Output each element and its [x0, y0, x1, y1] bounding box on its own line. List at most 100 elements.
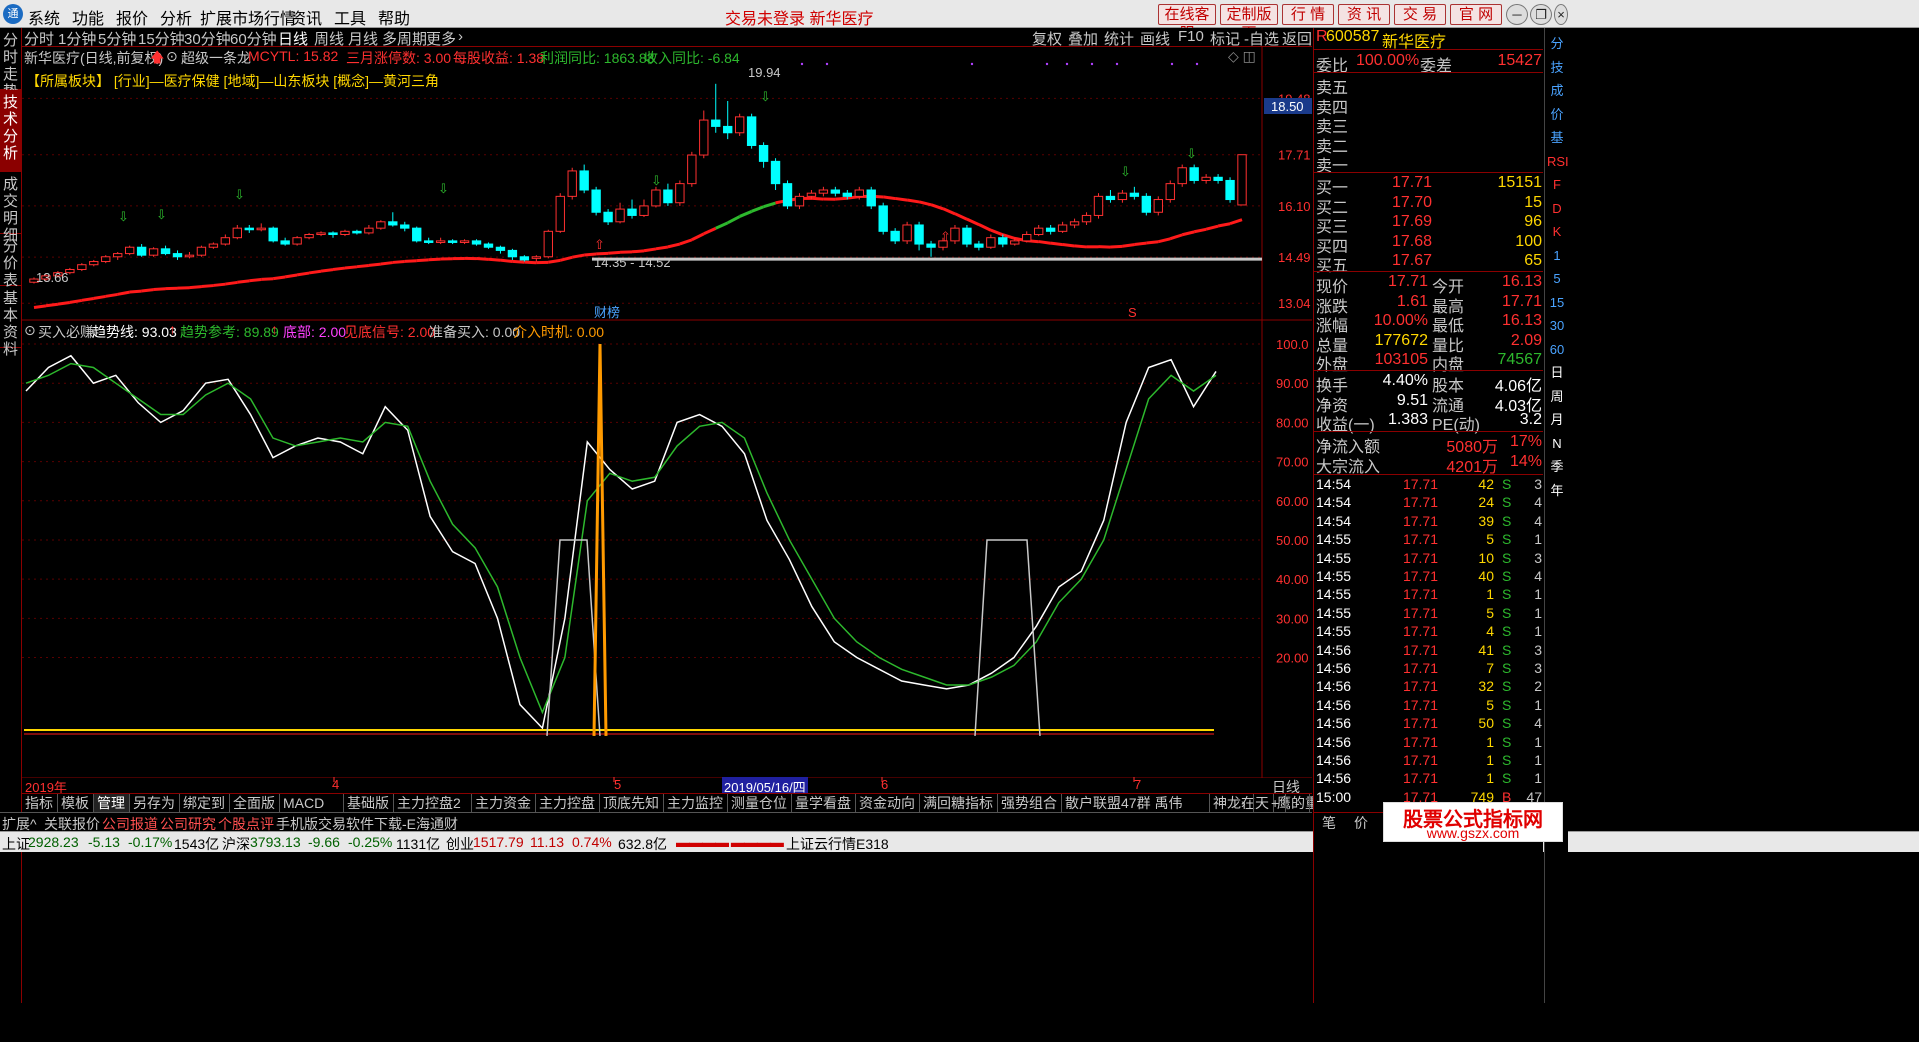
- ma-line-segment: [344, 265, 358, 270]
- quote-row: 涨跌 1.61 最高 17.71: [1316, 293, 1542, 316]
- remove-tab-button[interactable]: -: [1292, 794, 1310, 813]
- tab-price-table[interactable]: 分价表: [0, 234, 21, 289]
- close-icon[interactable]: ×: [1554, 4, 1568, 25]
- indicator-tab[interactable]: 主力监控: [664, 794, 728, 813]
- indicator-tab[interactable]: 主力控盘: [536, 794, 600, 813]
- ma-line-segment: [308, 269, 322, 275]
- indicator-tab[interactable]: 顶底先知: [600, 794, 664, 813]
- tool-icon[interactable]: 1: [1547, 246, 1567, 266]
- indicator-tab[interactable]: 基础版: [344, 794, 394, 813]
- tool-icon[interactable]: F: [1547, 175, 1567, 195]
- fundamental-value: 9.51: [1396, 391, 1428, 409]
- signal-dot: [825, 62, 829, 66]
- menu-help[interactable]: 帮助: [378, 5, 410, 29]
- tab-technical-analysis[interactable]: 技术分析: [0, 90, 21, 172]
- online-service-button[interactable]: 在线客服: [1158, 4, 1216, 42]
- official-site-button[interactable]: 官 网: [1450, 4, 1502, 25]
- indicator-tab[interactable]: 主力资金: [472, 794, 536, 813]
- tool-icon[interactable]: 周: [1547, 387, 1567, 407]
- ma-line-segment: [320, 268, 334, 273]
- tool-icon[interactable]: RSI: [1547, 152, 1569, 172]
- sz-index-name: 沪深: [222, 836, 250, 852]
- tab-intraday[interactable]: 分时走势: [0, 28, 21, 100]
- menu-bar: 通 系统 功能 报价 分析 扩展市场行情 资讯 工具 帮助 交易未登录 新华医疗…: [0, 0, 1919, 42]
- tool-icon[interactable]: 15: [1547, 293, 1567, 313]
- menu-analysis[interactable]: 分析: [160, 5, 192, 29]
- market-button[interactable]: 行 情: [1282, 4, 1334, 25]
- cy-index-value: 1517.79: [473, 834, 524, 850]
- indicator-tab[interactable]: 资金动向: [856, 794, 920, 813]
- ma-line-segment: [990, 228, 1004, 237]
- add-tab-button[interactable]: +: [1268, 794, 1286, 813]
- tab-scroll-right-icon[interactable]: ›: [1238, 794, 1254, 813]
- tool-icon[interactable]: 5: [1547, 269, 1567, 289]
- tool-icon[interactable]: N: [1547, 434, 1567, 454]
- tool-icon[interactable]: 日: [1547, 363, 1567, 383]
- candle-body: [447, 240, 458, 243]
- candle-body: [663, 189, 673, 204]
- tool-icon[interactable]: 年: [1547, 481, 1567, 501]
- bottom-signal-box: [974, 539, 1041, 736]
- candlestick-chart[interactable]: 19.4817.7116.1014.4913.0419.9414.35 - 14…: [22, 46, 1312, 321]
- tab-price-volume[interactable]: 价: [1354, 813, 1368, 833]
- tool-icon[interactable]: 60: [1547, 340, 1567, 360]
- indicator-tab[interactable]: 另存为: [130, 794, 180, 813]
- tick-count: 1: [1534, 733, 1542, 750]
- tab-trade-details[interactable]: 成交明细: [0, 172, 21, 244]
- candle-body: [1225, 179, 1235, 201]
- indicator-tab[interactable]: 量学看盘: [792, 794, 856, 813]
- indicator-tab[interactable]: 散户联盟47群 禹伟: [1062, 794, 1210, 813]
- indicator-tab[interactable]: 模板: [58, 794, 94, 813]
- indicator-tab[interactable]: 绑定到: [180, 794, 230, 813]
- restore-icon[interactable]: ❐: [1530, 4, 1552, 25]
- tool-icon[interactable]: D: [1547, 199, 1567, 219]
- ma-line-segment: [189, 285, 202, 290]
- flow-row: 大宗流入 4201万 14%: [1316, 453, 1542, 476]
- tool-icon[interactable]: 技: [1547, 58, 1567, 78]
- news-button[interactable]: 资 讯: [1338, 4, 1390, 25]
- tool-icon[interactable]: 30: [1547, 316, 1567, 336]
- menu-tools[interactable]: 工具: [334, 5, 366, 29]
- app-logo[interactable]: 通: [3, 4, 23, 24]
- tool-icon[interactable]: 分: [1547, 34, 1567, 54]
- tool-icon[interactable]: 基: [1547, 128, 1567, 148]
- more-arrow-icon[interactable]: ›: [458, 28, 463, 45]
- indicator-tab[interactable]: MACD: [280, 794, 344, 813]
- menu-system[interactable]: 系统: [28, 5, 60, 29]
- menu-news[interactable]: 资讯: [290, 5, 322, 29]
- minimize-icon[interactable]: ─: [1506, 4, 1528, 25]
- tool-icon[interactable]: 月: [1547, 410, 1567, 430]
- sell-level-row: 卖一: [1316, 152, 1542, 175]
- menu-quote[interactable]: 报价: [116, 5, 148, 29]
- sh-index-pct: -0.17%: [128, 834, 173, 850]
- candle-body: [531, 256, 542, 259]
- indicator-tab[interactable]: 强势组合: [998, 794, 1062, 813]
- tool-icon[interactable]: 价: [1547, 105, 1567, 125]
- f10-button[interactable]: F10: [1178, 28, 1204, 45]
- menu-extended-market[interactable]: 扩展市场行情: [200, 5, 296, 29]
- oscillator-chart[interactable]: 100.0 90.00 80.00 70.00 60.00 50.00 40.00 30.00…: [22, 320, 1312, 778]
- tab-tick-by-tick[interactable]: 笔: [1322, 813, 1336, 833]
- indicator-tab[interactable]: 满回糖指标: [920, 794, 998, 813]
- tool-icon[interactable]: 成: [1547, 81, 1567, 101]
- custom-layout-button[interactable]: 定制版面: [1220, 4, 1278, 42]
- indicator-tab[interactable]: 主力控盘2: [394, 794, 472, 813]
- candle-body: [268, 227, 278, 242]
- tab-fundamentals[interactable]: 基本资料: [0, 286, 21, 358]
- tool-icon[interactable]: 季: [1547, 457, 1567, 477]
- indicator-tab[interactable]: 管理: [94, 794, 130, 813]
- indicator-tab[interactable]: 指标: [22, 794, 58, 813]
- osc-tick-label: 60.00: [1276, 494, 1309, 509]
- quote-value-2: 74567: [1497, 351, 1543, 368]
- quote-row: 现价 17.71 今开 16.13: [1316, 273, 1542, 296]
- sep-line: [1314, 72, 1543, 73]
- buy-arrow-icon: ⇧: [940, 229, 951, 244]
- tick-row: 14:56 17.71 1 S 1: [1316, 752, 1542, 771]
- menu-function[interactable]: 功能: [72, 5, 104, 29]
- indicator-tab[interactable]: 全面版: [230, 794, 280, 813]
- indicator-tab[interactable]: 测量仓位: [728, 794, 792, 813]
- buy-level-volume: 65: [1524, 252, 1542, 269]
- candle-body: [172, 253, 183, 258]
- trade-button[interactable]: 交 易: [1394, 4, 1446, 25]
- tool-icon[interactable]: K: [1547, 222, 1567, 242]
